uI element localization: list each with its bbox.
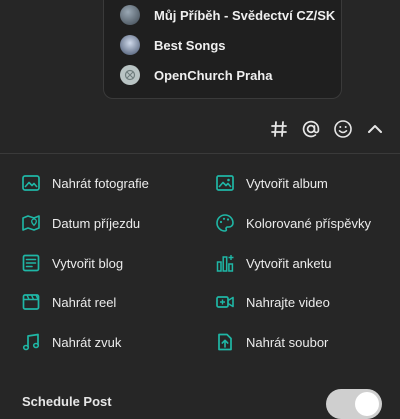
avatar xyxy=(120,65,140,85)
dropdown-item-label: OpenChurch Praha xyxy=(154,67,273,83)
option-label: Nahrajte video xyxy=(246,294,330,310)
file-upload-icon xyxy=(214,331,236,353)
dropdown-item-story[interactable]: Můj Příběh - Svědectví CZ/SK xyxy=(120,3,335,27)
dropdown-item-label: Můj Příběh - Svědectví CZ/SK xyxy=(154,7,336,23)
avatar xyxy=(120,35,140,55)
mention-dropdown: Můj Příběh - Svědectví CZ/SK Best Songs … xyxy=(103,0,342,99)
dropdown-item-openchurch[interactable]: OpenChurch Praha xyxy=(120,63,272,87)
palette-icon xyxy=(214,212,236,234)
image-icon xyxy=(20,172,42,194)
upload-video-button[interactable]: Nahrajte video xyxy=(214,290,330,314)
create-poll-button[interactable]: Vytvořit anketu xyxy=(214,251,332,275)
colored-posts-button[interactable]: Kolorované příspěvky xyxy=(214,211,371,235)
divider xyxy=(0,153,400,154)
upload-photo-button[interactable]: Nahrát fotografie xyxy=(20,171,149,195)
dropdown-item-label: Best Songs xyxy=(154,37,226,53)
option-label: Nahrát reel xyxy=(52,294,117,310)
smiley-icon[interactable] xyxy=(330,116,356,142)
upload-reel-button[interactable]: Nahrát reel xyxy=(20,290,116,314)
option-label: Datum příjezdu xyxy=(52,215,141,231)
schedule-post-label: Schedule Post xyxy=(22,394,112,409)
hashtag-icon[interactable] xyxy=(266,116,292,142)
option-label: Vytvořit anketu xyxy=(246,255,332,271)
arrival-date-button[interactable]: Datum příjezdu xyxy=(20,211,140,235)
upload-file-button[interactable]: Nahrát soubor xyxy=(214,330,328,354)
video-camera-icon xyxy=(214,291,236,313)
music-note-icon xyxy=(20,331,42,353)
at-icon[interactable] xyxy=(298,116,324,142)
option-label: Nahrát soubor xyxy=(246,334,329,350)
composer-toolbar xyxy=(260,116,388,142)
toggle-knob xyxy=(355,392,379,416)
poll-icon xyxy=(214,252,236,274)
chevron-up-icon[interactable] xyxy=(362,116,388,142)
clapperboard-icon xyxy=(20,291,42,313)
upload-audio-button[interactable]: Nahrát zvuk xyxy=(20,330,121,354)
blog-icon xyxy=(20,252,42,274)
option-label: Nahrát fotografie xyxy=(52,175,149,191)
option-label: Vytvořit album xyxy=(246,175,328,191)
avatar xyxy=(120,5,140,25)
option-label: Kolorované příspěvky xyxy=(246,215,372,231)
create-album-button[interactable]: Vytvořit album xyxy=(214,171,328,195)
map-pin-icon xyxy=(20,212,42,234)
create-blog-button[interactable]: Vytvořit blog xyxy=(20,251,123,275)
schedule-post-toggle[interactable] xyxy=(326,389,382,419)
option-label: Vytvořit blog xyxy=(52,255,124,271)
album-icon xyxy=(214,172,236,194)
dropdown-item-best-songs[interactable]: Best Songs xyxy=(120,33,226,57)
option-label: Nahrát zvuk xyxy=(52,334,122,350)
